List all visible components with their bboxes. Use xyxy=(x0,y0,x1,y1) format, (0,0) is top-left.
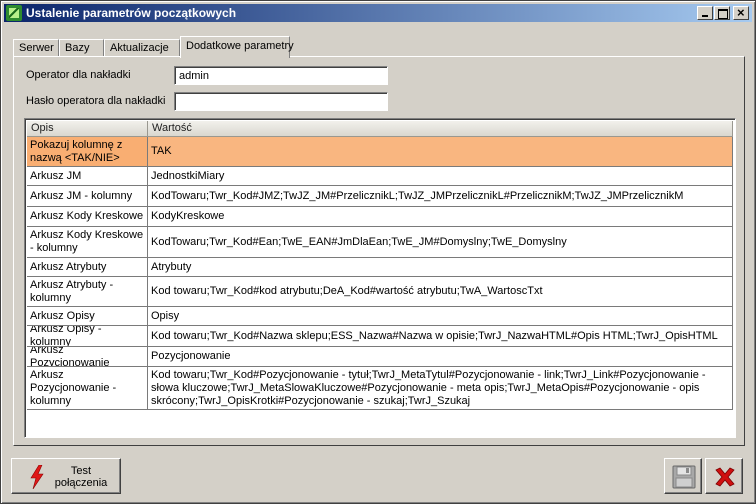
table-row[interactable]: Arkusz Kody Kreskowe KodyKreskowe xyxy=(27,207,733,227)
table-row[interactable]: Arkusz Atrybuty - kolumny Kod towaru;Twr… xyxy=(27,277,733,307)
column-header-opis[interactable]: Opis xyxy=(27,121,148,136)
table-row[interactable]: Arkusz Atrybuty Atrybuty xyxy=(27,258,733,277)
cell-opis: Arkusz Kody Kreskowe xyxy=(27,207,148,226)
minimize-button[interactable] xyxy=(697,6,713,20)
cell-opis: Pokazuj kolumnę z nazwą <TAK/NIE> xyxy=(27,137,148,166)
cell-wartosc[interactable]: Opisy xyxy=(148,307,733,325)
floppy-disk-icon xyxy=(672,465,696,489)
cell-opis: Arkusz JM - kolumny xyxy=(27,186,148,206)
dialog-window: Ustalenie parametrów początkowych Serwer… xyxy=(0,0,756,504)
grid-header: Opis Wartość xyxy=(27,121,733,137)
cell-opis: Arkusz Opisy xyxy=(27,307,148,325)
table-row[interactable]: Arkusz Kody Kreskowe - kolumny KodTowaru… xyxy=(27,227,733,258)
cell-wartosc[interactable]: Atrybuty xyxy=(148,258,733,276)
table-row[interactable]: Arkusz Pozycjonowanie Pozycjonowanie xyxy=(27,347,733,367)
grid-body: Opis Wartość Pokazuj kolumnę z nazwą <TA… xyxy=(27,121,733,410)
password-input[interactable] xyxy=(174,92,388,111)
cell-opis: Arkusz Kody Kreskowe - kolumny xyxy=(27,227,148,257)
app-icon xyxy=(6,5,22,21)
tab-aktualizacje[interactable]: Aktualizacje xyxy=(104,39,180,57)
cell-wartosc[interactable]: Kod towaru;Twr_Kod#kod atrybutu;DeA_Kod#… xyxy=(148,277,733,306)
operator-label: Operator dla nakładki xyxy=(26,69,131,81)
tab-panel-dodatkowe-parametry: Operator dla nakładki Hasło operatora dl… xyxy=(13,56,745,446)
cell-opis: Arkusz Atrybuty - kolumny xyxy=(27,277,148,306)
cell-wartosc[interactable]: KodTowaru;Twr_Kod#JMZ;TwJZ_JM#Przeliczni… xyxy=(148,186,733,206)
cell-wartosc[interactable]: Pozycjonowanie xyxy=(148,347,733,366)
cell-wartosc[interactable]: KodTowaru;Twr_Kod#Ean;TwE_EAN#JmDlaEan;T… xyxy=(148,227,733,257)
test-connection-label: Test połączenia xyxy=(54,465,108,489)
table-row[interactable]: Arkusz JM - kolumny KodTowaru;Twr_Kod#JM… xyxy=(27,186,733,207)
cell-wartosc[interactable]: KodyKreskowe xyxy=(148,207,733,226)
table-row[interactable]: Arkusz Pozycjonowanie - kolumny Kod towa… xyxy=(27,367,733,410)
parameters-grid[interactable]: Opis Wartość Pokazuj kolumnę z nazwą <TA… xyxy=(24,118,736,438)
window-title: Ustalenie parametrów początkowych xyxy=(26,6,237,20)
tab-dodatkowe-parametry[interactable]: Dodatkowe parametry xyxy=(180,36,294,58)
password-label: Hasło operatora dla nakładki xyxy=(26,95,166,107)
cell-opis: Arkusz JM xyxy=(27,167,148,185)
table-row[interactable]: Arkusz JM JednostkiMiary xyxy=(27,167,733,186)
lightning-bolt-icon xyxy=(30,465,44,489)
save-button[interactable] xyxy=(664,458,702,494)
cell-wartosc[interactable]: Kod towaru;Twr_Kod#Pozycjonowanie - tytu… xyxy=(148,367,733,409)
tab-bazy[interactable]: Bazy xyxy=(59,39,104,57)
cell-wartosc[interactable]: TAK xyxy=(148,137,733,166)
tab-serwer[interactable]: Serwer xyxy=(13,39,59,57)
cancel-button[interactable] xyxy=(705,458,743,494)
cell-wartosc[interactable]: Kod towaru;Twr_Kod#Nazwa sklepu;ESS_Nazw… xyxy=(148,326,733,346)
cell-opis: Arkusz Opisy - kolumny xyxy=(27,326,148,346)
close-button[interactable] xyxy=(733,6,749,20)
maximize-button[interactable] xyxy=(714,6,730,20)
cell-opis: Arkusz Pozycjonowanie xyxy=(27,347,148,366)
operator-input[interactable] xyxy=(174,66,388,85)
table-row[interactable]: Arkusz Opisy Opisy xyxy=(27,307,733,326)
cell-wartosc[interactable]: JednostkiMiary xyxy=(148,167,733,185)
column-header-wartosc[interactable]: Wartość xyxy=(148,121,733,136)
cell-opis: Arkusz Atrybuty xyxy=(27,258,148,276)
table-row[interactable]: Pokazuj kolumnę z nazwą <TAK/NIE> TAK xyxy=(27,137,733,167)
title-bar[interactable]: Ustalenie parametrów początkowych xyxy=(4,4,752,22)
test-connection-button[interactable]: Test połączenia xyxy=(11,458,121,494)
red-x-icon xyxy=(713,465,737,489)
cell-opis: Arkusz Pozycjonowanie - kolumny xyxy=(27,367,148,409)
table-row[interactable]: Arkusz Opisy - kolumny Kod towaru;Twr_Ko… xyxy=(27,326,733,347)
